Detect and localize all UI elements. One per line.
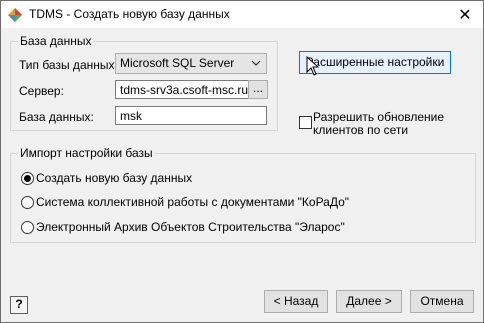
allow-update-checkbox[interactable] [299, 116, 312, 129]
radio-create-new-db[interactable] [21, 172, 34, 185]
title-bar: TDMS - Создать новую базу данных ✕ [1, 1, 483, 28]
radio-create-new-db-label: Создать новую базу данных [36, 171, 193, 185]
db-type-select[interactable]: Microsoft SQL Server [115, 53, 267, 74]
help-button[interactable]: ? [10, 296, 28, 314]
next-button[interactable]: Далее > [336, 290, 402, 313]
radio-elaros[interactable] [21, 221, 34, 234]
server-browse-button[interactable]: ... [248, 80, 268, 99]
cancel-button[interactable]: Отмена [410, 290, 474, 313]
mouse-pointer-icon [306, 56, 319, 76]
allow-update-label-line2: клиентов по сети [313, 123, 409, 137]
advanced-settings-button[interactable]: Расширенные настройки [299, 51, 451, 74]
radio-korado[interactable] [21, 196, 34, 209]
db-type-label: Тип базы данных: [19, 58, 118, 72]
database-name-field[interactable]: msk [115, 106, 267, 125]
database-name-label: База данных: [19, 110, 94, 124]
chevron-down-icon [251, 60, 261, 66]
close-icon: ✕ [458, 4, 472, 24]
import-group-legend: Импорт настройки базы [18, 146, 155, 160]
back-button[interactable]: < Назад [264, 290, 328, 313]
window-title: TDMS - Создать новую базу данных [29, 7, 230, 21]
tdms-app-icon [8, 8, 22, 22]
radio-elaros-label: Электронный Архив Объектов Строительства… [36, 220, 345, 234]
radio-korado-label: Система коллективной работы с документам… [36, 195, 350, 209]
close-button[interactable]: ✕ [447, 1, 483, 28]
server-label: Сервер: [19, 84, 64, 98]
allow-update-label-line1: Разрешить обновление [313, 110, 445, 124]
db-type-value: Microsoft SQL Server [120, 56, 235, 70]
dialog-window: TDMS - Создать новую базу данных ✕ База … [0, 0, 484, 323]
database-group-legend: База данных [18, 34, 94, 48]
server-field[interactable]: tdms-srv3a.csoft-msc.ru [115, 80, 249, 99]
